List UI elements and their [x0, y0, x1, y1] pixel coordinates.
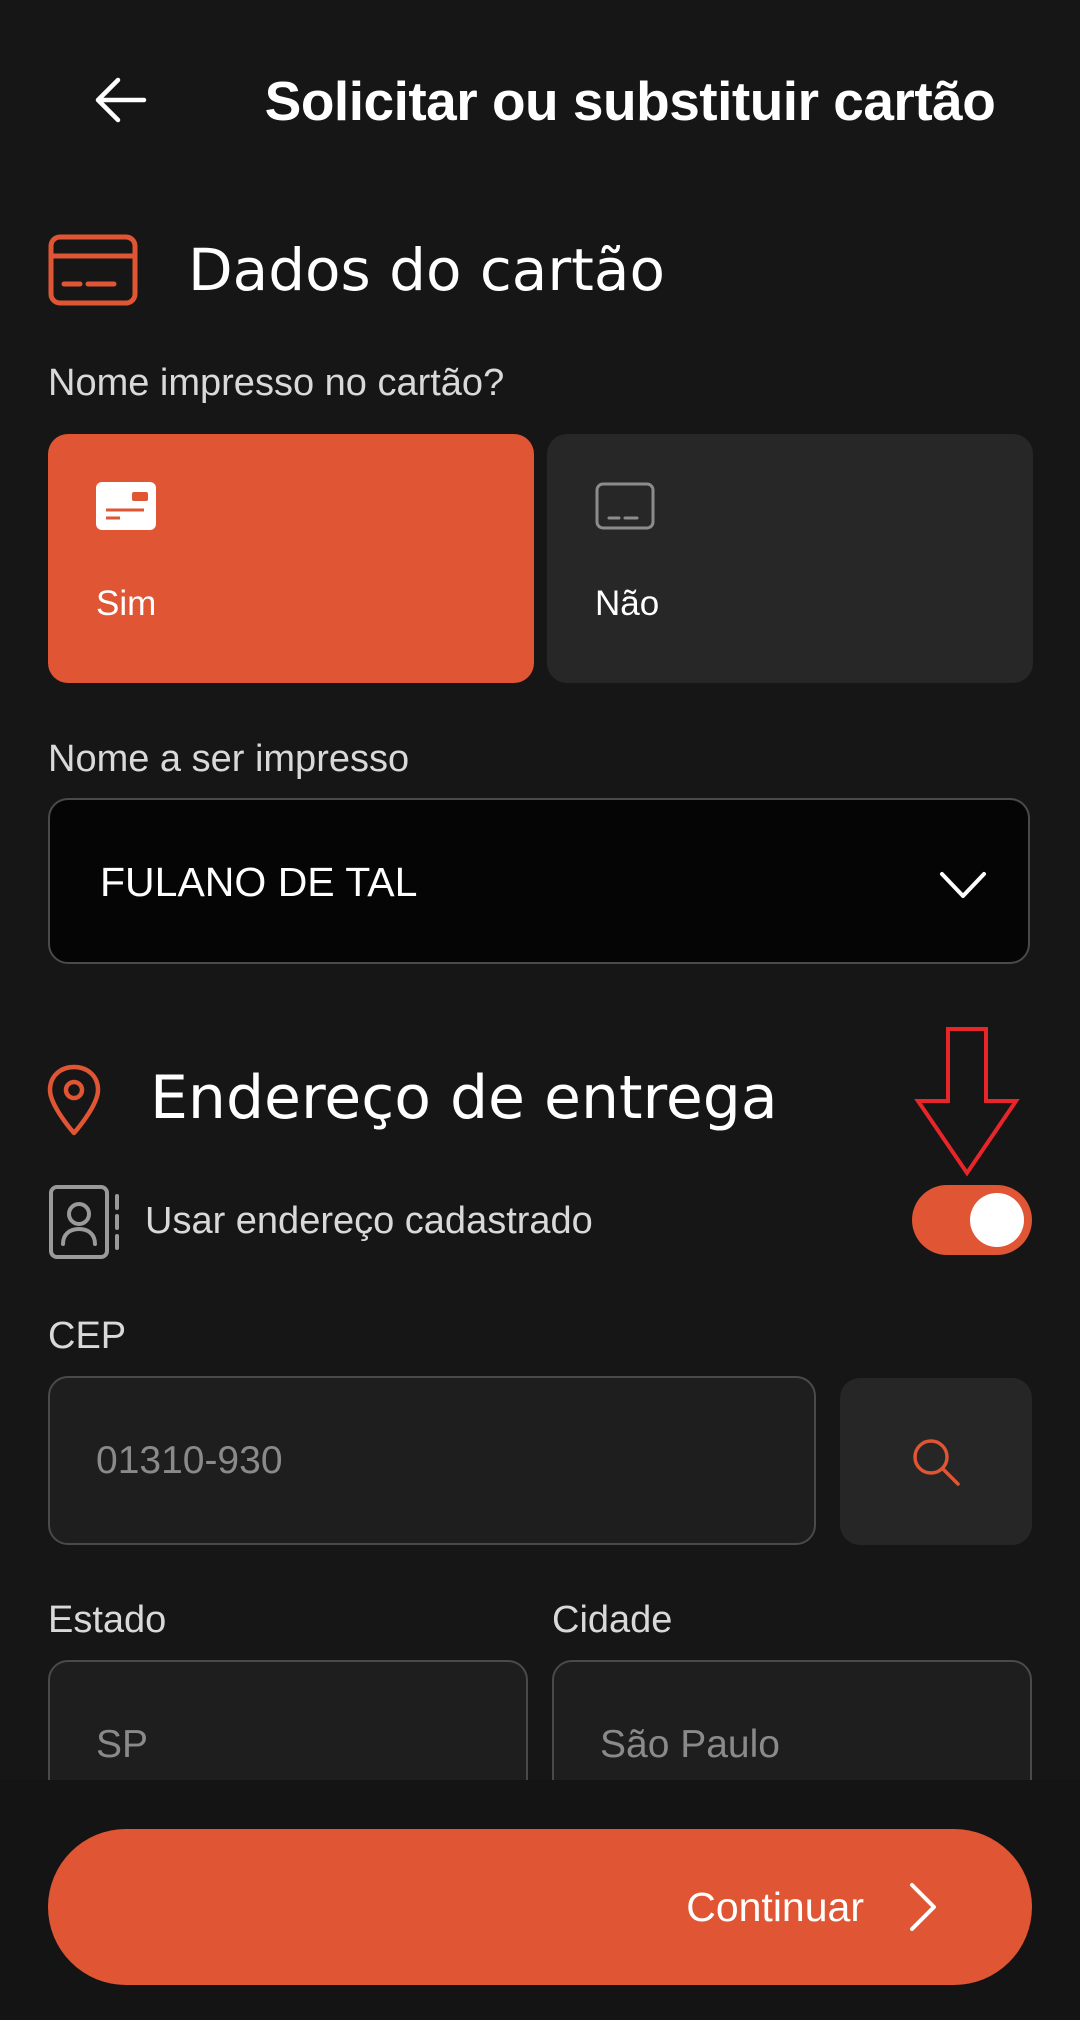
arrow-left-icon [95, 77, 147, 123]
map-pin-icon [46, 1064, 102, 1136]
option-label-no: Não [595, 584, 660, 623]
annotation-arrow [912, 1027, 1022, 1177]
continue-label: Continuar [686, 1884, 864, 1930]
option-label-yes: Sim [96, 584, 157, 623]
contact-book-icon [48, 1184, 122, 1260]
cep-input[interactable] [48, 1376, 816, 1545]
use-registered-address-toggle[interactable] [912, 1185, 1032, 1255]
toggle-knob [970, 1193, 1024, 1247]
continue-button[interactable]: Continuar [48, 1829, 1032, 1985]
chevron-right-icon [892, 1877, 952, 1937]
print-name-value: FULANO DE TAL [100, 859, 418, 905]
card-section-title: Dados do cartão [188, 236, 665, 304]
name-printed-question: Nome impresso no cartão? [48, 362, 505, 404]
address-section-title: Endereço de entrega [150, 1063, 778, 1133]
option-card-yes[interactable]: Sim [48, 434, 534, 683]
print-name-label: Nome a ser impresso [48, 738, 410, 780]
search-icon [913, 1438, 960, 1486]
chevron-down-icon [938, 860, 988, 910]
city-label: Cidade [552, 1599, 673, 1641]
blank-card-icon [595, 482, 655, 530]
credit-card-filled-icon [96, 482, 156, 530]
page-title: Solicitar ou substituir cartão [264, 70, 996, 132]
print-name-select[interactable]: FULANO DE TAL [48, 798, 1030, 964]
cep-label: CEP [48, 1315, 127, 1357]
option-card-no[interactable]: Não [547, 434, 1033, 683]
back-button[interactable] [84, 64, 156, 136]
state-label: Estado [48, 1599, 167, 1641]
use-registered-address-label: Usar endereço cadastrado [145, 1200, 593, 1242]
credit-card-icon [48, 234, 138, 306]
cep-search-button[interactable] [840, 1378, 1032, 1545]
